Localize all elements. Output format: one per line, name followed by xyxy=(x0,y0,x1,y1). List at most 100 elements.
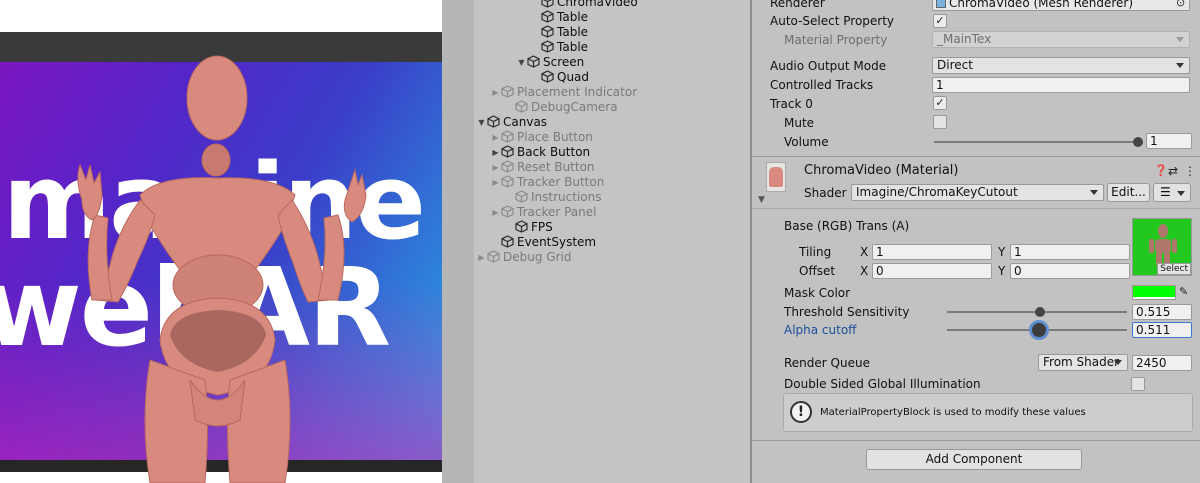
hierarchy-item[interactable]: Table xyxy=(530,40,588,55)
offset-x-field[interactable]: 0 xyxy=(872,263,992,279)
inspector-panel: Renderer ChromaVideo (Mesh Renderer) ⊙ A… xyxy=(752,0,1200,483)
collapse-arrow-icon[interactable]: ▶ xyxy=(490,160,501,175)
hierarchy-item[interactable]: ▼ Canvas xyxy=(476,115,547,130)
auto-select-checkbox[interactable]: ✓ xyxy=(933,14,947,28)
audio-output-dropdown[interactable]: Direct xyxy=(932,57,1190,74)
hierarchy-item[interactable]: ▶ Reset Button xyxy=(490,160,595,175)
add-component-button[interactable]: Add Component xyxy=(866,449,1082,470)
hierarchy-item[interactable]: Quad xyxy=(530,70,589,85)
material-property-label: Material Property xyxy=(784,33,888,47)
hierarchy-item[interactable]: ▶ Back Button xyxy=(490,145,590,160)
hierarchy-item-label: Back Button xyxy=(517,145,591,159)
mask-color-swatch[interactable] xyxy=(1132,285,1176,300)
hierarchy-item[interactable]: ▶ Tracker Panel xyxy=(490,205,596,220)
hierarchy-item[interactable]: ▶ Tracker Button xyxy=(490,175,604,190)
mesh-renderer-icon xyxy=(936,0,946,8)
more-options-icon[interactable]: ⋮ xyxy=(1184,164,1196,178)
eyedropper-icon[interactable]: ✎ xyxy=(1179,285,1188,299)
collapse-arrow-icon[interactable]: ▶ xyxy=(490,85,501,100)
collapse-arrow-icon[interactable]: ▶ xyxy=(490,205,501,220)
volume-slider-track[interactable] xyxy=(934,141,1138,143)
hierarchy-item-label: Table xyxy=(557,40,589,54)
hierarchy-item-label: Screen xyxy=(543,55,585,69)
preset-icon[interactable]: ⇄ xyxy=(1168,164,1178,178)
material-property-value: _MainTex xyxy=(937,32,992,46)
shader-value: Imagine/ChromaKeyCutout xyxy=(856,185,1018,199)
material-property-block-helpbox: ! MaterialPropertyBlock is used to modif… xyxy=(783,393,1193,432)
renderer-label: Renderer xyxy=(770,0,825,10)
offset-y-field[interactable]: 0 xyxy=(1010,263,1130,279)
shader-options-button[interactable]: ☰ xyxy=(1153,183,1191,202)
cube-icon xyxy=(487,250,500,267)
controlled-tracks-field[interactable]: 1 xyxy=(932,77,1190,93)
tiling-y-field[interactable]: 1 xyxy=(1010,244,1130,260)
shader-dropdown[interactable]: Imagine/ChromaKeyCutout xyxy=(851,184,1104,201)
hierarchy-item-label: Table xyxy=(557,10,589,24)
alpha-cutoff-field[interactable]: 0.511 xyxy=(1132,322,1192,338)
render-queue-field[interactable]: 2450 xyxy=(1132,355,1192,371)
bottom-divider xyxy=(752,440,1200,441)
hierarchy-item-label: Tracker Panel xyxy=(517,205,597,219)
alpha-cutoff-slider-knob[interactable] xyxy=(1031,323,1046,337)
material-property-dropdown[interactable]: _MainTex xyxy=(932,31,1190,48)
volume-field[interactable]: 1 xyxy=(1146,133,1192,149)
help-icon[interactable]: ❓ xyxy=(1154,164,1168,178)
hierarchy-item[interactable]: DebugCamera xyxy=(504,100,618,115)
hierarchy-item-label: Placement Indicator xyxy=(517,85,638,99)
edit-shader-button[interactable]: Edit... xyxy=(1107,183,1150,202)
hierarchy-panel: ChromaVideo Table Table Table ▼ Screen Quad ▶ Pl… xyxy=(474,0,750,483)
volume-label: Volume xyxy=(784,135,829,149)
threshold-label: Threshold Sensitivity xyxy=(784,305,910,319)
hierarchy-item-label: Table xyxy=(557,25,589,39)
hierarchy-item-label: ChromaVideo xyxy=(557,0,638,9)
hierarchy-item[interactable]: ChromaVideo xyxy=(530,0,638,10)
expand-arrow-icon[interactable]: ▼ xyxy=(516,55,527,70)
render-queue-mode-dropdown[interactable]: From Shader xyxy=(1038,354,1128,371)
base-texture-slot[interactable]: Select xyxy=(1132,218,1192,276)
collapse-arrow-icon[interactable]: ▶ xyxy=(490,175,501,190)
hierarchy-item[interactable]: Table xyxy=(530,25,588,40)
render-queue-label: Render Queue xyxy=(784,356,870,370)
hierarchy-item[interactable]: ▶ Placement Indicator xyxy=(490,85,637,100)
offset-label: Offset xyxy=(799,264,836,278)
controlled-tracks-label: Controlled Tracks xyxy=(770,78,874,92)
object-picker-icon[interactable]: ⊙ xyxy=(1176,0,1185,10)
hierarchy-item-label: Reset Button xyxy=(517,160,595,174)
hierarchy-item[interactable]: ▶ Debug Grid xyxy=(476,250,571,265)
hierarchy-item-label: Instructions xyxy=(531,190,602,204)
collapse-arrow-icon[interactable]: ▶ xyxy=(476,250,487,265)
audio-output-label: Audio Output Mode xyxy=(770,59,887,73)
offset-y-label: Y xyxy=(998,264,1006,278)
base-texture-label: Base (RGB) Trans (A) xyxy=(784,219,910,233)
foldout-arrow-icon[interactable]: ▼ xyxy=(758,193,765,207)
hierarchy-item-label: Canvas xyxy=(503,115,548,129)
select-texture-button[interactable]: Select xyxy=(1157,263,1191,275)
expand-arrow-icon[interactable]: ▼ xyxy=(476,115,487,130)
mask-color-label: Mask Color xyxy=(784,286,851,300)
renderer-value: ChromaVideo (Mesh Renderer) xyxy=(949,0,1134,10)
warning-icon: ! xyxy=(790,401,812,423)
hierarchy-item[interactable]: Table xyxy=(530,10,588,25)
volume-slider-knob[interactable] xyxy=(1133,137,1143,147)
material-thumbnail xyxy=(766,162,786,192)
mask-color-fill xyxy=(1133,286,1175,297)
list-icon: ☰ xyxy=(1160,185,1171,199)
offset-x-label: X xyxy=(860,264,869,278)
hierarchy-item[interactable]: ▼ Screen xyxy=(516,55,584,70)
hierarchy-item[interactable]: FPS xyxy=(504,220,553,235)
hierarchy-item[interactable]: ▶ Place Button xyxy=(490,130,593,145)
tiling-x-field[interactable]: 1 xyxy=(872,244,992,260)
double-sided-gi-checkbox[interactable] xyxy=(1131,377,1145,391)
mute-checkbox[interactable] xyxy=(933,115,947,129)
hierarchy-item[interactable]: EventSystem xyxy=(490,235,596,250)
hierarchy-item[interactable]: Instructions xyxy=(504,190,601,205)
collapse-arrow-icon[interactable]: ▶ xyxy=(490,145,501,160)
scene-view: Imagine webAR xyxy=(0,0,442,483)
chevron-down-icon xyxy=(1177,191,1185,196)
track0-checkbox[interactable]: ✓ xyxy=(933,96,947,110)
audio-output-value: Direct xyxy=(937,58,973,72)
threshold-slider-knob[interactable] xyxy=(1034,307,1045,317)
renderer-field[interactable]: ChromaVideo (Mesh Renderer) xyxy=(932,0,1190,11)
collapse-arrow-icon[interactable]: ▶ xyxy=(490,130,501,145)
threshold-field[interactable]: 0.515 xyxy=(1132,304,1192,320)
